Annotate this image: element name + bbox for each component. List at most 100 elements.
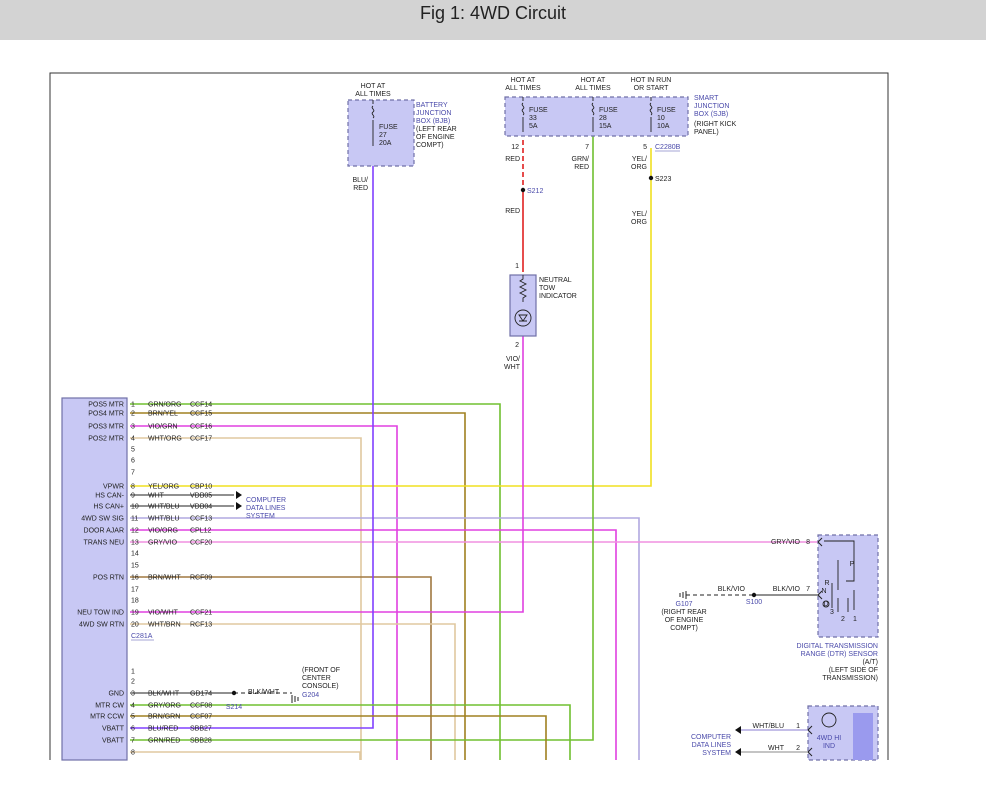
splice-s100-label: S100 <box>746 599 762 606</box>
module-pin-circuit: CCF13 <box>190 516 212 523</box>
module-pin-number: 19 <box>131 610 139 617</box>
sjb-hot-label: ALL TIMES <box>575 85 611 92</box>
module-pin-number: 6 <box>131 458 135 465</box>
hi-ind-label: IND <box>823 743 835 750</box>
bjb-name-label: JUNCTION <box>416 110 451 117</box>
ground-g107-location: (RIGHT REAR <box>661 609 706 616</box>
module-pin-number: 2 <box>131 411 135 418</box>
module-pin-circuit: CCF17 <box>190 436 212 443</box>
module-pin-name: VBATT <box>102 726 125 733</box>
wire-label-blu-red: BLU/ <box>352 177 368 184</box>
hi-computer-data-lines-label: DATA LINES <box>692 742 732 749</box>
module-pin-wire-color: BLK/WHT <box>148 691 180 698</box>
module-pin-circuit: CBP10 <box>190 484 212 491</box>
module-pin-number: 5 <box>131 447 135 454</box>
module-pin-wire-color: BRN/YEL <box>148 411 178 418</box>
sjb-name-label: SMART <box>694 95 719 102</box>
module-pin-name: POS4 MTR <box>88 411 124 418</box>
module-pin-number: 3 <box>131 691 135 698</box>
wire-label-blk-vio-left: BLK/VIO <box>718 586 746 593</box>
module-pin-number: 7 <box>131 470 135 477</box>
module-pin-name: TRANS NEU <box>84 540 124 547</box>
sjb-pin-number: 7 <box>585 144 589 151</box>
splice-s223-label: S223 <box>655 176 671 183</box>
module-pin-wire-color: GRY/VIO <box>148 540 178 547</box>
module-pin-circuit: SBB28 <box>190 738 212 745</box>
module-pin-number: 14 <box>131 551 139 558</box>
bjb-name-label: BOX (BJB) <box>416 118 450 125</box>
wire-label-red-lower: RED <box>505 208 520 215</box>
module-pin-name: HS CAN- <box>95 493 124 500</box>
module-pin-name: POS2 MTR <box>88 436 124 443</box>
module-pin-circuit: CCF15 <box>190 411 212 418</box>
arrow-hs-can-plus <box>236 502 242 510</box>
wire-label-grn-red: GRN/ <box>572 156 590 163</box>
module-pin-number: 4 <box>131 703 135 710</box>
dtr-label: DIGITAL TRANSMISSION <box>796 643 878 650</box>
module-pin-circuit: GD174 <box>190 691 212 698</box>
arrow-hi-wht <box>735 748 741 756</box>
module-pin-number: 20 <box>131 622 139 629</box>
sjb-fuse-label: FUSE <box>529 107 548 114</box>
components-layer <box>61 96 879 761</box>
module-pin-name: 4WD SW SIG <box>81 516 124 523</box>
module-pin-number: 11 <box>131 516 138 523</box>
module-pin-circuit: RCF13 <box>190 622 212 629</box>
module-pin-number: 12 <box>131 528 139 535</box>
module-pin-name: MTR CW <box>95 703 124 710</box>
ground-g204-location: CONSOLE) <box>302 683 339 690</box>
wire-vio-grn <box>130 425 398 760</box>
module-pin-wire-color: WHT/BLU <box>148 504 180 511</box>
module-pin-wire-color: GRY/ORG <box>148 703 181 710</box>
module-pin-wire-color: WHT <box>148 493 165 500</box>
bjb-fuse-label: FUSE <box>379 124 398 131</box>
module-pin-circuit: SBB27 <box>190 726 212 733</box>
neutral-tow-indicator-body <box>509 274 537 337</box>
sjb-fuse-label: FUSE <box>599 107 618 114</box>
sjb-pin-number: 12 <box>511 144 519 151</box>
dtr-position-label: P <box>850 561 855 568</box>
module-pin-number: 1 <box>131 402 135 409</box>
module-pin-number: 9 <box>131 493 135 500</box>
hi-ind-label: 4WD HI <box>817 735 842 742</box>
dtr-pin-8: 8 <box>806 539 810 546</box>
hi-ind-pin-1: 1 <box>796 723 800 730</box>
bjb-name-label: BATTERY <box>416 102 448 109</box>
sjb-name-label: BOX (SJB) <box>694 111 728 118</box>
tow-indicator-label: INDICATOR <box>539 293 577 300</box>
dtr-label: (LEFT SIDE OF <box>829 667 878 674</box>
module-pin-name: POS RTN <box>93 575 124 582</box>
ground-g204-symbol <box>291 695 299 703</box>
computer-data-lines-label: DATA LINES <box>246 505 286 512</box>
wire-brn-wht <box>130 576 432 760</box>
wire-wht-blu <box>130 517 640 760</box>
computer-data-lines-label: COMPUTER <box>246 497 286 504</box>
sjb-location-label: (RIGHT KICK <box>694 121 737 128</box>
module-pin-number: 18 <box>131 598 139 605</box>
module-pin-name: DOOR AJAR <box>84 528 124 535</box>
module-pin-circuit: CCF21 <box>190 610 212 617</box>
dtr-label: RANGE (DTR) SENSOR <box>801 651 878 658</box>
ground-g107-label: G107 <box>675 601 692 608</box>
wire-pin8 <box>130 751 361 760</box>
module-pin-name: NEU TOW IND <box>77 610 124 617</box>
figure-title: Fig 1: 4WD Circuit <box>419 3 567 23</box>
wire-label-vio-wht: WHT <box>504 364 521 371</box>
ground-g107-location: COMPT) <box>670 625 698 632</box>
wire-label-blk-wht: BLK/WHT <box>248 689 280 696</box>
module-pin-name: 4WD SW RTN <box>79 622 124 629</box>
bjb-hot-label: HOT AT <box>361 83 386 90</box>
module-pin-wire-color: GRN/RED <box>148 738 180 745</box>
module-pin-number: 16 <box>131 575 139 582</box>
splice-s100-dot <box>751 592 757 598</box>
wire-grn-org <box>130 403 501 760</box>
module-pin-wire-color: YEL/ORG <box>148 484 179 491</box>
sjb-fuse-label: 10 <box>657 115 665 122</box>
wire-label-hi-wht-blu: WHT/BLU <box>753 723 785 730</box>
tow-pin-1: 1 <box>515 263 519 270</box>
splice-s212-label: S212 <box>527 188 543 195</box>
hi-computer-data-lines-label: COMPUTER <box>691 734 731 741</box>
splice-s214-dot <box>231 690 237 696</box>
module-pin-number: 13 <box>131 540 139 547</box>
sjb-fuse-label: 15A <box>599 123 612 130</box>
